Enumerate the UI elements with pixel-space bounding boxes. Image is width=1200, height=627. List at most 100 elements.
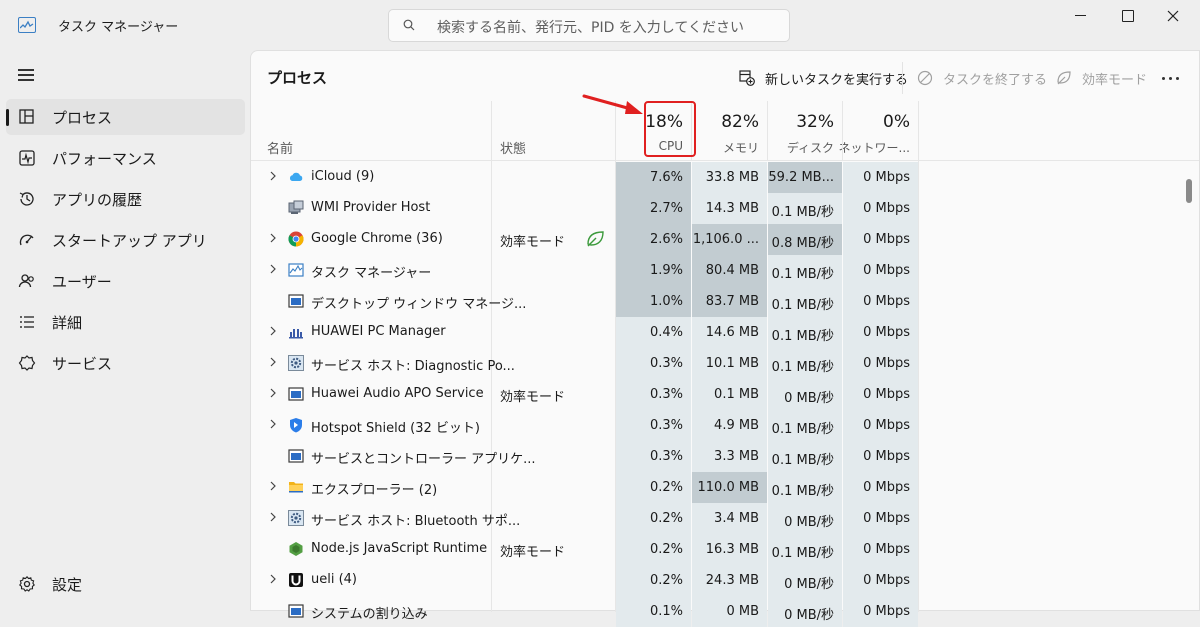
process-name: HUAWEI PC Manager xyxy=(311,324,446,339)
close-button[interactable] xyxy=(1150,0,1196,32)
search-box[interactable]: 検索する名前、発行元、PID を入力してください xyxy=(388,9,790,42)
process-row[interactable]: iCloud (9) 7.6% 33.8 MB 59.2 MB... 0 Mbps xyxy=(251,162,1199,193)
process-row[interactable]: タスク マネージャー 1.9% 80.4 MB 0.1 MB/秒 0 Mbps xyxy=(251,255,1199,286)
process-name: サービス ホスト: Diagnostic Po... xyxy=(311,359,515,374)
sidebar-item-label: スタートアップ アプリ xyxy=(52,232,207,250)
expand-chevron-icon[interactable] xyxy=(268,480,278,492)
expand-chevron-icon[interactable] xyxy=(268,170,278,182)
process-name: システムの割り込み xyxy=(311,607,428,622)
memory-cell: 80.4 MB xyxy=(692,255,767,286)
memory-cell: 4.9 MB xyxy=(692,410,767,441)
chrome-icon xyxy=(288,231,304,247)
cpu-cell: 0.3% xyxy=(616,348,691,379)
network-cell: 0 Mbps xyxy=(843,255,918,286)
memory-cell: 0 MB xyxy=(692,596,767,627)
maximize-button[interactable] xyxy=(1104,0,1150,32)
sidebar-item-label: 設定 xyxy=(52,576,83,594)
process-row[interactable]: ueli (4) 0.2% 24.3 MB 0 MB/秒 0 Mbps xyxy=(251,565,1199,596)
expand-chevron-icon[interactable] xyxy=(268,387,278,399)
sidebar-item-details[interactable]: 詳細 xyxy=(6,304,245,340)
cpu-cell: 0.3% xyxy=(616,441,691,472)
network-cell: 0 Mbps xyxy=(843,472,918,503)
process-row[interactable]: Node.js JavaScript Runtime 効率モード 0.2% 16.3 … xyxy=(251,534,1199,565)
memory-cell: 24.3 MB xyxy=(692,565,767,596)
column-divider xyxy=(767,101,768,161)
sidebar-item-processes[interactable]: プロセス xyxy=(6,99,245,135)
expand-chevron-icon[interactable] xyxy=(268,232,278,244)
disk-cell: 0.1 MB/秒 xyxy=(768,534,842,565)
memory-cell: 16.3 MB xyxy=(692,534,767,565)
process-row[interactable]: Huawei Audio APO Service 効率モード 0.3% 0.1 MB 0… xyxy=(251,379,1199,410)
column-header-memory[interactable]: 82% メモリ xyxy=(692,101,767,161)
performance-icon xyxy=(19,150,35,166)
network-cell: 0 Mbps xyxy=(843,379,918,410)
minimize-button[interactable] xyxy=(1058,0,1104,32)
process-row[interactable]: サービス ホスト: Diagnostic Po... 0.3% 10.1 MB 0.1… xyxy=(251,348,1199,379)
annotation-arrow-icon xyxy=(582,94,643,114)
process-name: Huawei Audio APO Service xyxy=(311,386,484,401)
sidebar-item-services[interactable]: サービス xyxy=(6,345,245,381)
task-manager-app-icon xyxy=(18,17,36,33)
process-name: タスク マネージャー xyxy=(311,266,432,281)
process-row[interactable]: Hotspot Shield (32 ビット) 0.3% 4.9 MB 0.1 MB/… xyxy=(251,410,1199,441)
cpu-highlight-box xyxy=(644,101,696,157)
sidebar-item-app-history[interactable]: アプリの履歴 xyxy=(6,181,245,217)
process-name: サービス ホスト: Bluetooth サポ... xyxy=(311,514,521,529)
efficiency-leaf-icon xyxy=(586,230,606,248)
hamburger-menu-icon[interactable] xyxy=(18,69,34,81)
memory-cell: 0.1 MB xyxy=(692,379,767,410)
process-status: 効率モード xyxy=(500,545,566,560)
run-new-task-label: 新しいタスクを実行する xyxy=(765,73,909,88)
column-header-disk[interactable]: 32% ディスク xyxy=(768,101,842,161)
cpu-cell: 0.3% xyxy=(616,379,691,410)
shield-icon xyxy=(288,417,304,433)
column-header-status[interactable]: 状態 xyxy=(500,138,526,157)
cpu-cell: 2.6% xyxy=(616,224,691,255)
users-icon xyxy=(18,274,34,288)
process-row[interactable]: サービス ホスト: Bluetooth サポ... 0.2% 3.4 MB 0 MB/… xyxy=(251,503,1199,534)
cpu-cell: 1.9% xyxy=(616,255,691,286)
column-divider xyxy=(842,101,843,161)
expand-chevron-icon[interactable] xyxy=(268,511,278,523)
sidebar: プロセス パフォーマンス アプリの履歴 スタートアップ アプリ ユーザー 詳細 … xyxy=(0,50,250,611)
expand-chevron-icon[interactable] xyxy=(268,573,278,585)
sidebar-item-startup-apps[interactable]: スタートアップ アプリ xyxy=(6,222,245,258)
memory-cell: 3.4 MB xyxy=(692,503,767,534)
vertical-scrollbar[interactable] xyxy=(1186,179,1192,203)
sidebar-item-users[interactable]: ユーザー xyxy=(6,263,245,299)
process-row[interactable]: システムの割り込み 0.1% 0 MB 0 MB/秒 0 Mbps xyxy=(251,596,1199,627)
cpu-cell: 0.2% xyxy=(616,565,691,596)
sidebar-item-settings[interactable]: 設定 xyxy=(6,566,245,602)
process-row[interactable]: サービスとコントローラー アプリケ... 0.3% 3.3 MB 0.1 MB/秒 0 … xyxy=(251,441,1199,472)
process-row[interactable]: Google Chrome (36) 効率モード 2.6% 1,106.0 ... 0.… xyxy=(251,224,1199,255)
expand-chevron-icon[interactable] xyxy=(268,356,278,368)
title-bar: タスク マネージャー 検索する名前、発行元、PID を入力してください xyxy=(0,0,1200,50)
process-row[interactable]: デスクトップ ウィンドウ マネージ... 1.0% 83.7 MB 0.1 MB/秒 0… xyxy=(251,286,1199,317)
close-icon xyxy=(1167,10,1179,22)
sidebar-item-performance[interactable]: パフォーマンス xyxy=(6,140,245,176)
startup-apps-icon xyxy=(19,234,34,246)
disk-cell: 0 MB/秒 xyxy=(768,596,842,627)
process-name: iCloud (9) xyxy=(311,169,375,184)
expand-chevron-icon[interactable] xyxy=(268,418,278,430)
sidebar-item-label: サービス xyxy=(52,355,113,373)
memory-total: 82% xyxy=(721,112,759,132)
process-row[interactable]: HUAWEI PC Manager 0.4% 14.6 MB 0.1 MB/秒 0 Mb… xyxy=(251,317,1199,348)
disk-total: 32% xyxy=(796,112,834,132)
more-options-icon[interactable] xyxy=(1162,77,1182,81)
expand-chevron-icon[interactable] xyxy=(268,325,278,337)
memory-cell: 10.1 MB xyxy=(692,348,767,379)
expand-chevron-icon[interactable] xyxy=(268,263,278,275)
memory-label: メモリ xyxy=(722,141,759,155)
folder-icon xyxy=(288,479,304,495)
ueli-icon xyxy=(288,572,304,588)
column-header-network[interactable]: 0% ネットワー... xyxy=(839,101,918,161)
disk-cell: 0.1 MB/秒 xyxy=(768,441,842,472)
window-icon xyxy=(288,603,304,619)
process-status: 効率モード xyxy=(500,390,566,405)
gear-service-icon xyxy=(288,355,304,371)
process-row[interactable]: WMI Provider Host 2.7% 14.3 MB 0.1 MB/秒 0 Mb… xyxy=(251,193,1199,224)
window-icon xyxy=(288,448,304,464)
column-header-name[interactable]: 名前 xyxy=(267,138,293,157)
process-row[interactable]: エクスプローラー (2) 0.2% 110.0 MB 0.1 MB/秒 0 Mbps xyxy=(251,472,1199,503)
